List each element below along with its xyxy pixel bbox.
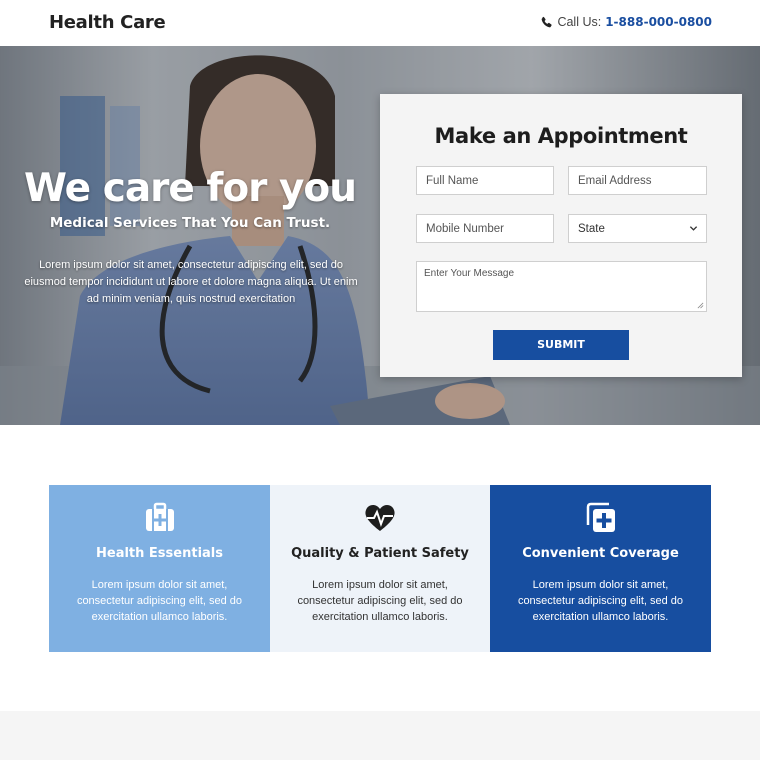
feature-text: Lorem ipsum dolor sit amet, consectetur … (517, 579, 684, 623)
resize-handle-icon[interactable] (697, 302, 704, 309)
hero-title: We care for you (24, 166, 357, 211)
message-placeholder: Enter Your Message (424, 268, 515, 279)
mobile-number-field[interactable]: Mobile Number (416, 214, 554, 243)
medical-plus-icon (586, 502, 615, 532)
form-title: Make an Appointment (434, 124, 688, 148)
call-us: Call Us: 1-888-000-0800 (540, 15, 712, 29)
heartbeat-icon (365, 504, 395, 531)
full-name-field[interactable]: Full Name (416, 166, 554, 195)
site-header: Health Care Call Us: 1-888-000-0800 (0, 0, 760, 46)
chevron-down-icon (689, 226, 698, 231)
feature-card-convenient-coverage: Convenient Coverage Lorem ipsum dolor si… (490, 485, 711, 652)
state-select[interactable]: State (568, 214, 707, 243)
medical-kit-icon (145, 502, 174, 531)
footer-band (0, 711, 760, 760)
hero-description: Lorem ipsum dolor sit amet, consectetur … (24, 259, 358, 305)
hero-subtitle: Medical Services That You Can Trust. (49, 215, 331, 231)
feature-title: Convenient Coverage (522, 546, 679, 561)
state-select-value: State (578, 223, 605, 235)
feature-title: Health Essentials (96, 546, 223, 561)
message-textarea[interactable]: Enter Your Message (416, 261, 707, 312)
feature-text: Lorem ipsum dolor sit amet, consectetur … (76, 579, 243, 623)
feature-text: Lorem ipsum dolor sit amet, consectetur … (297, 579, 463, 623)
phone-number[interactable]: 1-888-000-0800 (605, 15, 712, 29)
feature-card-quality-safety: Quality & Patient Safety Lorem ipsum dol… (270, 485, 490, 652)
phone-icon (542, 16, 553, 27)
submit-button[interactable]: SUBMIT (493, 330, 629, 360)
call-label: Call Us: (557, 15, 602, 29)
feature-title: Quality & Patient Safety (291, 546, 469, 561)
email-field[interactable]: Email Address (568, 166, 707, 195)
brand-logo[interactable]: Health Care (49, 12, 166, 33)
appointment-form: Make an Appointment Full Name Email Addr… (380, 94, 742, 377)
feature-card-health-essentials: Health Essentials Lorem ipsum dolor sit … (49, 485, 270, 652)
features-section: Health Essentials Lorem ipsum dolor sit … (49, 485, 711, 652)
